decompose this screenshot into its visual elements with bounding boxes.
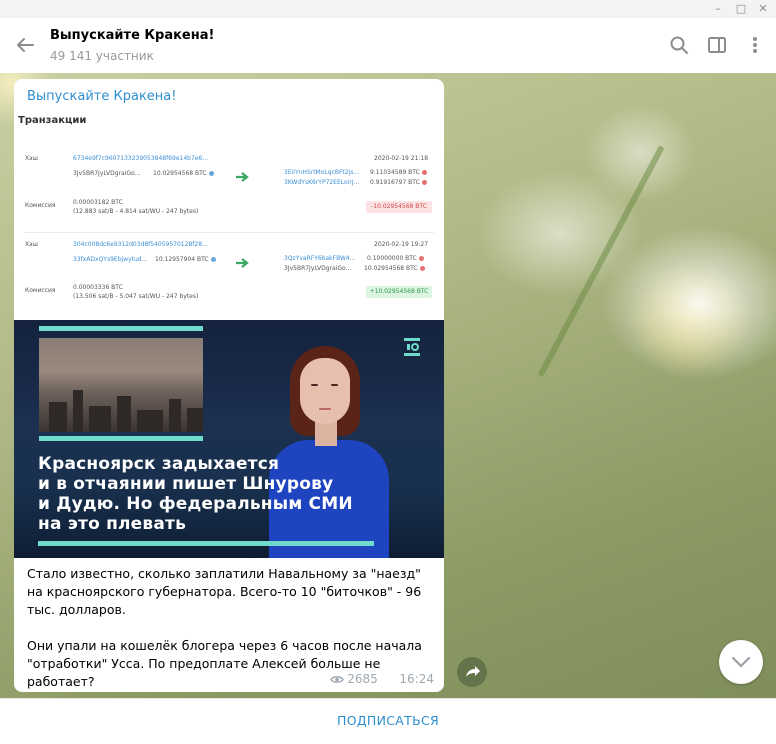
tx-from-amount: 10.02954568 BTC	[153, 170, 214, 177]
back-arrow-icon[interactable]	[14, 34, 36, 56]
video-preview[interactable]: Красноярск задыхается и в отчаянии пишет…	[14, 320, 444, 558]
headline-line: и Дудю. Но федеральным СМИ	[38, 494, 353, 514]
eye-icon	[330, 676, 345, 683]
arrow-right-icon	[236, 258, 249, 268]
transactions-image[interactable]: Транзакции Хэш 6734e9f7c9607133239053848…	[14, 110, 444, 320]
headline-line: Красноярск задыхается	[38, 454, 280, 474]
tx-out2-addr: 3Jv5BR7JyLVDgraiGo...	[284, 265, 352, 272]
video-accent-line	[38, 541, 374, 546]
video-accent-line	[39, 436, 203, 441]
tx-out2-amount: 10.02954568 BTC	[364, 265, 425, 272]
tx-out2-amount: 0.91916797 BTC	[370, 179, 427, 186]
presenter-eye	[311, 384, 318, 386]
close-window-button[interactable]: ✕	[752, 0, 774, 18]
tx-fee: 0.00003182 BTC	[73, 199, 123, 206]
message-paragraph: Стало известно, сколько заплатили Наваль…	[27, 566, 426, 617]
tx-fee-detail: (12.883 sat/B - 4.814 sat/WU - 247 bytes…	[73, 208, 199, 215]
chat-background: Выпускайте Кракена! Транзакции Хэш 6734e…	[0, 73, 776, 698]
message-time: 16:24	[399, 672, 434, 686]
tx-from-amount: 10.12957904 BTC	[155, 256, 216, 263]
tx-total: -10.02954568 BTC	[366, 201, 432, 213]
chevron-down-icon	[731, 656, 751, 668]
message-bubble[interactable]: Выпускайте Кракена! Транзакции Хэш 6734e…	[14, 79, 444, 692]
message-channel-name[interactable]: Выпускайте Кракена!	[27, 89, 176, 104]
transaction-1: Хэш 6734e9f7c9607133239053848f69e14b7e6.…	[14, 150, 444, 232]
tx-fee-label: Комиссия	[25, 202, 56, 209]
video-headline: Красноярск задыхается и в отчаянии пишет…	[38, 454, 353, 534]
presenter-face	[300, 358, 350, 424]
tx-out1-amount: 9.11034589 BTC	[370, 169, 427, 176]
headline-line: и в отчаянии пишет Шнурову	[38, 474, 334, 494]
city-photo	[39, 338, 203, 432]
tx-out1-addr: 3QzYvaRFY6bakFBW4...	[284, 255, 356, 262]
tx-out1-addr: 3EiiYnHSrtMoLqcBFt2js...	[284, 169, 360, 176]
more-vertical-icon[interactable]	[744, 34, 766, 56]
tx-total: +10.02954568 BTC	[366, 286, 432, 298]
message-meta: 2685 16:24	[330, 672, 434, 686]
tx-out1-amount: 0.10000000 BTC	[367, 255, 424, 262]
tx-fee: 0.00003336 BTC	[73, 284, 123, 291]
minimize-button[interactable]: –	[707, 0, 729, 18]
scroll-down-button[interactable]	[719, 640, 763, 684]
tx-from-addr: 33fxADxQYs9Ebjwytud...	[73, 256, 148, 263]
wallpaper-decoration	[537, 145, 665, 378]
view-count: 2685	[347, 672, 378, 686]
tx-hash-label: Хэш	[25, 155, 38, 162]
divider	[24, 232, 434, 233]
channel-title[interactable]: Выпускайте Кракена!	[50, 28, 214, 43]
window-titlebar: – □ ✕	[0, 0, 776, 18]
search-icon[interactable]	[668, 34, 690, 56]
transactions-title: Транзакции	[18, 115, 87, 126]
share-icon	[466, 666, 480, 677]
tx-date: 2020-02-19 21:18	[374, 155, 429, 162]
sidebar-toggle-icon[interactable]	[706, 34, 728, 56]
presenter-eye	[331, 384, 338, 386]
chat-header: Выпускайте Кракена! 49 141 участник	[0, 18, 776, 74]
footer-bar: ПОДПИСАТЬСЯ	[0, 698, 776, 744]
presenter-mouth	[319, 408, 331, 410]
arrow-right-icon	[236, 172, 249, 182]
tx-from-addr: 3Jv5BR7JyLVDgraiGo...	[73, 170, 141, 177]
tx-hash-label: Хэш	[25, 241, 38, 248]
subscribe-button[interactable]: ПОДПИСАТЬСЯ	[0, 713, 776, 728]
tx-hash: 6734e9f7c9607133239053848f69e14b7e6...	[73, 155, 209, 162]
member-count: 49 141 участник	[50, 49, 154, 63]
channel-logo-icon	[404, 338, 420, 356]
tx-hash: 304c008dc6e9312d03d8f54059570128f28...	[73, 241, 208, 248]
tx-out2-addr: 3KWdYsK6rYP72EELoirJ...	[284, 179, 360, 186]
video-accent-line	[39, 326, 203, 331]
headline-line: на это плевать	[38, 514, 187, 534]
share-button[interactable]	[457, 657, 487, 687]
maximize-button[interactable]: □	[730, 0, 752, 18]
tx-fee-detail: (13.506 sat/B - 5.047 sat/WU - 247 bytes…	[73, 293, 199, 300]
tx-date: 2020-02-19 19:27	[374, 241, 429, 248]
tx-fee-label: Комиссия	[25, 287, 56, 294]
transaction-2: Хэш 304c008dc6e9312d03d8f54059570128f28.…	[14, 236, 444, 318]
